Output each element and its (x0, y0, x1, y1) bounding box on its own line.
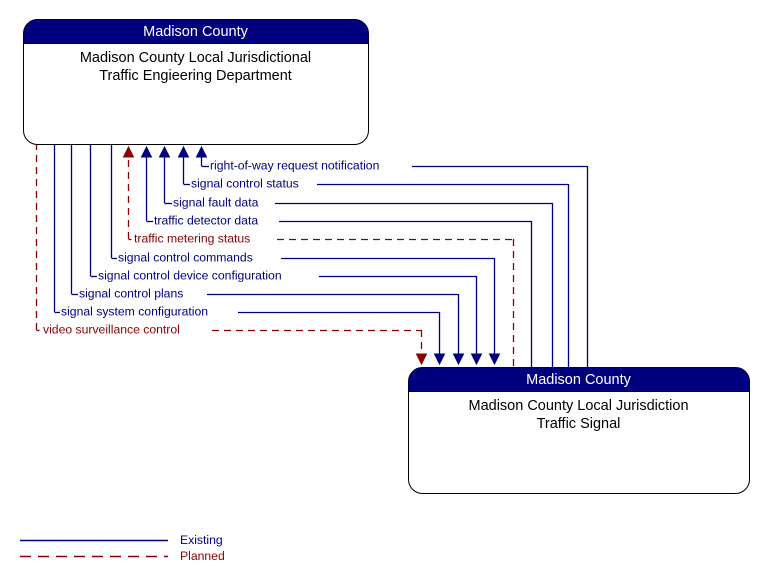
flow-label: signal system configuration (61, 305, 208, 319)
flow-arrowhead (158, 145, 171, 158)
flow-label: traffic detector data (154, 214, 258, 228)
flow-label: signal control commands (118, 251, 253, 265)
flow-label: video surveillance control (43, 323, 180, 337)
box-body-line: Traffic Signal (537, 416, 621, 432)
box-header-title: Madison County (143, 24, 249, 40)
flow-label: signal control status (191, 177, 299, 191)
flow-arrowhead (122, 145, 135, 158)
box-header-title: Madison County (526, 372, 632, 388)
flow-label: signal control device configuration (98, 269, 282, 283)
bottom-right-box[interactable]: Madison County Madison County Local Juris… (408, 367, 750, 494)
flow-labels-layer: right-of-way request notification signal … (43, 159, 379, 337)
flow-arrowhead (433, 353, 446, 366)
flow-label: traffic metering status (134, 232, 250, 246)
box-body-line: Madison County Local Jurisdiction (468, 398, 688, 414)
diagram-canvas: Madison County Madison County Local Juris… (20, 19, 750, 563)
legend-label-existing: Existing (180, 533, 223, 547)
box-body-line: Madison County Local Jurisdictional (80, 50, 311, 66)
flow-arrowhead (470, 353, 483, 366)
flow-arrowhead (177, 145, 190, 158)
legend-layer: Existing Planned (20, 533, 225, 563)
flow-arrowhead (195, 145, 208, 158)
flow-arrowhead (452, 353, 465, 366)
flow-arrowhead (415, 353, 428, 366)
flow-label: signal control plans (79, 287, 183, 301)
flow-label: right-of-way request notification (210, 159, 379, 173)
box-body-line: Traffic Engieering Department (99, 68, 292, 84)
interface-diagram: Madison County Madison County Local Juris… (0, 0, 765, 582)
flow-label: signal fault data (173, 196, 259, 210)
top-left-box[interactable]: Madison County Madison County Local Juris… (23, 19, 369, 145)
legend-label-planned: Planned (180, 549, 225, 563)
flow-arrowhead (140, 145, 153, 158)
flow-arrowhead (488, 353, 501, 366)
